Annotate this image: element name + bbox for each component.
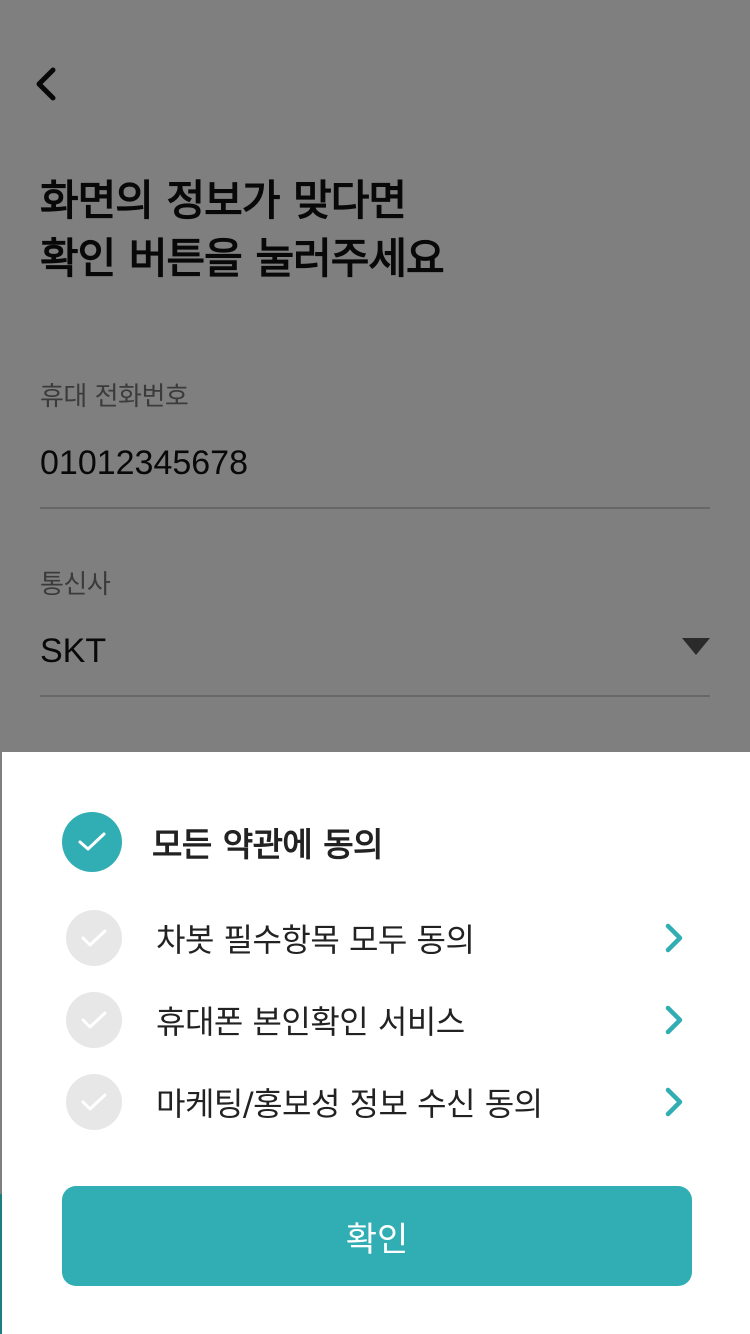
terms-bottom-sheet: 모든 약관에 동의 차봇 필수항목 모두 동의 휴대폰 본인확인 서비스 마케팅…: [2, 752, 750, 1334]
screen: 화면의 정보가 맞다면 확인 버튼을 눌러주세요 휴대 전화번호 0101234…: [0, 0, 750, 1334]
agree-all-row[interactable]: 모든 약관에 동의: [62, 812, 702, 872]
confirm-button[interactable]: 확인: [62, 1186, 692, 1286]
terms-item-identity[interactable]: 휴대폰 본인확인 서비스: [62, 990, 702, 1050]
chevron-right-icon[interactable]: [658, 1002, 690, 1038]
terms-checkbox[interactable]: [66, 992, 122, 1048]
agree-all-checkbox[interactable]: [62, 812, 122, 872]
check-icon: [78, 832, 106, 851]
agree-all-label: 모든 약관에 동의: [152, 825, 384, 864]
terms-label: 마케팅/홍보성 정보 수신 동의: [156, 1085, 543, 1123]
terms-item-marketing[interactable]: 마케팅/홍보성 정보 수신 동의: [62, 1072, 702, 1132]
check-icon: [81, 1093, 107, 1111]
terms-item-required[interactable]: 차봇 필수항목 모두 동의: [62, 908, 702, 968]
terms-label: 휴대폰 본인확인 서비스: [156, 1003, 465, 1041]
chevron-right-icon[interactable]: [658, 920, 690, 956]
terms-checkbox[interactable]: [66, 910, 122, 966]
chevron-right-icon[interactable]: [658, 1084, 690, 1120]
check-icon: [81, 1011, 107, 1029]
check-icon: [81, 929, 107, 947]
terms-label: 차봇 필수항목 모두 동의: [156, 921, 475, 959]
terms-checkbox[interactable]: [66, 1074, 122, 1130]
